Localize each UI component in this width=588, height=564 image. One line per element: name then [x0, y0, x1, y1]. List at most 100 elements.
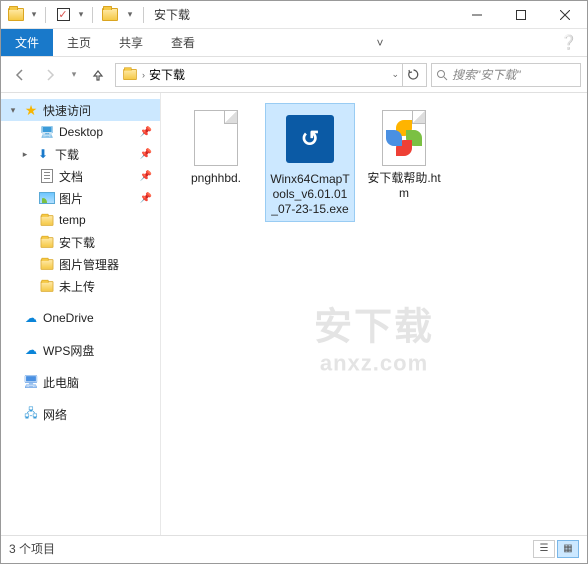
- folder-icon: [38, 256, 56, 272]
- view-toggles: ☰ ▦: [533, 540, 579, 558]
- sidebar-item-label: 网络: [43, 406, 67, 423]
- properties-checkbox[interactable]: ✓: [52, 4, 74, 26]
- file-item[interactable]: pnghhbd.: [171, 103, 261, 190]
- chevron-down-icon[interactable]: ⌄: [391, 69, 399, 80]
- body: ▾ ★ 快速访问 🖥 Desktop 📌 ▸ ⬇ 下载 📌 文档 📌 图片 📌 temp: [1, 93, 587, 535]
- sidebar-item-label: temp: [59, 213, 86, 227]
- separator: [143, 7, 144, 23]
- sidebar-item-onedrive[interactable]: ▸ ☁ OneDrive: [1, 307, 160, 329]
- sidebar-item-notuploaded[interactable]: 未上传: [1, 275, 160, 297]
- folder-icon: [38, 234, 56, 250]
- sidebar-item-downloads[interactable]: ▸ ⬇ 下载 📌: [1, 143, 160, 165]
- star-icon: ★: [22, 102, 40, 118]
- address-segment[interactable]: 安下载: [145, 66, 189, 83]
- search-placeholder: 搜索"安下载": [452, 66, 521, 83]
- document-icon: [38, 168, 56, 184]
- network-icon: 🖧: [22, 406, 40, 422]
- folder-icon: [38, 212, 56, 228]
- navigation-bar: ▾ › 安下载 ⌄ 搜索"安下载": [1, 57, 587, 93]
- watermark-url: anxz.com: [314, 351, 434, 377]
- watermark-text: 安下载: [314, 296, 434, 351]
- sidebar-item-label: 未上传: [59, 278, 95, 295]
- close-button[interactable]: [543, 1, 587, 29]
- pictures-icon: [38, 190, 56, 206]
- help-icon[interactable]: ❔: [551, 29, 587, 56]
- pin-icon: 📌: [140, 127, 152, 138]
- ribbon-tabs: 文件 主页 共享 查看 ˅ ❔: [1, 29, 587, 57]
- window-controls: [455, 1, 587, 29]
- tab-home[interactable]: 主页: [53, 29, 105, 56]
- exe-icon: ↺: [282, 108, 338, 170]
- maximize-button[interactable]: [499, 1, 543, 29]
- address-bar[interactable]: › 安下载 ⌄: [115, 63, 427, 87]
- file-list[interactable]: 安下载 anxz.com pnghhbd. ↺ Winx64CmapTools_…: [161, 93, 587, 535]
- sidebar-item-desktop[interactable]: 🖥 Desktop 📌: [1, 121, 160, 143]
- back-button[interactable]: [7, 62, 33, 88]
- view-icons-button[interactable]: ▦: [557, 540, 579, 558]
- file-label: pnghhbd.: [191, 171, 241, 186]
- ribbon-expand-icon[interactable]: ˅: [367, 29, 393, 56]
- tab-view[interactable]: 查看: [157, 29, 209, 56]
- address-segment-label: 安下载: [149, 66, 185, 83]
- search-icon: [436, 69, 448, 81]
- titlebar: ▾ ✓ ▾ ▾ 安下载: [1, 1, 587, 29]
- minimize-button[interactable]: [455, 1, 499, 29]
- sidebar-item-label: 文档: [59, 168, 83, 185]
- quick-access-toolbar: ▾ ✓ ▾ ▾ 安下载: [1, 4, 194, 26]
- sidebar-item-documents[interactable]: 文档 📌: [1, 165, 160, 187]
- pin-icon: 📌: [140, 193, 152, 204]
- sidebar-item-label: 下载: [55, 146, 79, 163]
- tab-file[interactable]: 文件: [1, 29, 53, 56]
- sidebar-item-anxz[interactable]: 安下载: [1, 231, 160, 253]
- refresh-button[interactable]: [402, 64, 424, 86]
- chevron-right-icon[interactable]: ▸: [19, 149, 31, 160]
- sidebar-item-pictures[interactable]: 图片 📌: [1, 187, 160, 209]
- sidebar-item-wps[interactable]: ▸ ☁ WPS网盘: [1, 339, 160, 361]
- navigation-pane[interactable]: ▾ ★ 快速访问 🖥 Desktop 📌 ▸ ⬇ 下载 📌 文档 📌 图片 📌 temp: [1, 93, 161, 535]
- separator: [45, 7, 46, 23]
- separator: [92, 7, 93, 23]
- desktop-icon: 🖥: [38, 124, 56, 140]
- folder-icon: [38, 278, 56, 294]
- pin-icon: 📌: [140, 149, 152, 160]
- sidebar-item-picmgr[interactable]: 图片管理器: [1, 253, 160, 275]
- sidebar-item-network[interactable]: ▸ 🖧 网络: [1, 403, 160, 425]
- search-input[interactable]: 搜索"安下载": [431, 63, 581, 87]
- history-dropdown-icon[interactable]: ▾: [67, 62, 81, 88]
- pin-icon: 📌: [140, 171, 152, 182]
- forward-button[interactable]: [37, 62, 63, 88]
- address-root[interactable]: [118, 68, 142, 81]
- download-icon: ⬇: [34, 146, 52, 162]
- folder-icon[interactable]: [5, 4, 27, 26]
- file-item[interactable]: ↺ Winx64CmapTools_v6.01.01_07-23-15.exe: [265, 103, 355, 222]
- file-item[interactable]: 安下载帮助.htm: [359, 103, 449, 205]
- sidebar-item-label: 快速访问: [43, 102, 91, 119]
- sidebar-item-label: 此电脑: [43, 374, 79, 391]
- qat-overflow-icon[interactable]: ▾: [123, 4, 137, 26]
- cloud-icon: ☁: [22, 342, 40, 358]
- watermark: 安下载 anxz.com: [314, 296, 434, 377]
- chevron-down-icon[interactable]: ▾: [7, 105, 19, 116]
- window-title: 安下载: [154, 6, 190, 23]
- view-details-button[interactable]: ☰: [533, 540, 555, 558]
- html-icon: [376, 107, 432, 169]
- sidebar-item-label: 图片管理器: [59, 256, 119, 273]
- cloud-icon: ☁: [22, 310, 40, 326]
- file-label: 安下载帮助.htm: [363, 171, 445, 201]
- sidebar-item-label: OneDrive: [43, 311, 94, 325]
- sidebar-item-quick-access[interactable]: ▾ ★ 快速访问: [1, 99, 160, 121]
- item-count: 3 个项目: [9, 540, 55, 557]
- sidebar-item-label: Desktop: [59, 125, 103, 139]
- sidebar-item-thispc[interactable]: ▸ 🖥 此电脑: [1, 371, 160, 393]
- file-label: Winx64CmapTools_v6.01.01_07-23-15.exe: [270, 172, 350, 217]
- qat-dropdown-icon[interactable]: ▾: [29, 4, 39, 26]
- sidebar-item-label: 安下载: [59, 234, 95, 251]
- sidebar-item-label: WPS网盘: [43, 342, 94, 359]
- qat-dropdown-icon[interactable]: ▾: [76, 4, 86, 26]
- tab-share[interactable]: 共享: [105, 29, 157, 56]
- sidebar-item-label: 图片: [59, 190, 83, 207]
- up-button[interactable]: [85, 62, 111, 88]
- status-bar: 3 个项目 ☰ ▦: [1, 535, 587, 561]
- file-icon: [188, 107, 244, 169]
- sidebar-item-temp[interactable]: temp: [1, 209, 160, 231]
